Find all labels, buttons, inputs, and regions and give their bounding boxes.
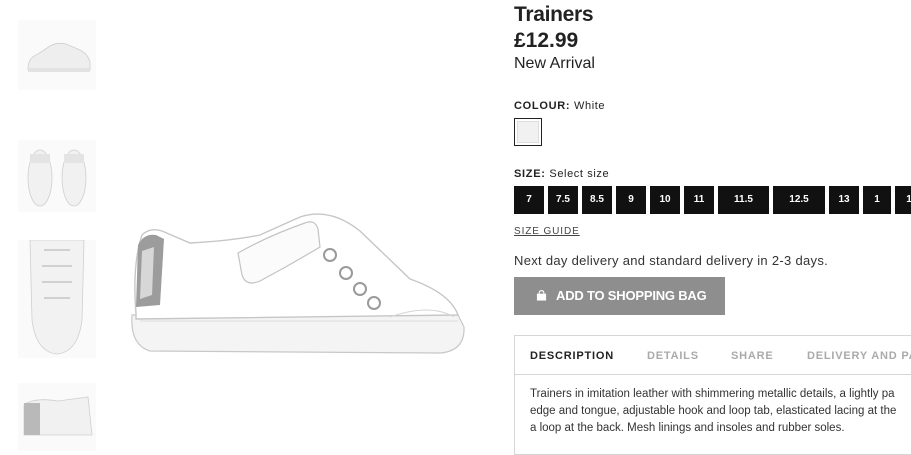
size-guide-link[interactable]: SIZE GUIDE [514,226,580,237]
size-option-9[interactable]: 9 [616,186,646,214]
tab-delivery-and-payment[interactable]: DELIVERY AND PA [807,350,911,362]
new-arrival-tag: New Arrival [514,55,595,72]
size-label: SIZE: [514,168,546,180]
tab-share[interactable]: SHARE [731,350,774,362]
add-to-bag-button[interactable]: ADD TO SHOPPING BAG [514,277,725,315]
colour-label: COLOUR: [514,100,571,112]
tab-bar: DESCRIPTION DETAILS SHARE DELIVERY AND P… [515,336,911,375]
shoe-side-thumbnail-image [18,20,96,90]
thumbnail-shoe-side[interactable] [18,20,96,90]
shoe-top-thumbnail-image [18,240,96,358]
shoe-heel-thumbnail-image [18,383,96,451]
product-price: £12.99 [514,29,579,52]
swatch-fill [517,121,539,143]
thumbnail-shoe-top[interactable] [18,240,96,358]
size-option-11-5[interactable]: 11.5 [718,186,769,214]
size-option-13[interactable]: 13 [829,186,859,214]
add-to-bag-label: ADD TO SHOPPING BAG [556,288,707,303]
product-title: Trainers [514,3,594,26]
tab-description[interactable]: DESCRIPTION [530,350,614,362]
tab-details[interactable]: DETAILS [647,350,699,362]
product-main-image[interactable] [120,195,480,375]
size-option-12-5[interactable]: 12.5 [773,186,825,214]
size-option-7-5[interactable]: 7.5 [548,186,578,214]
colour-value: White [574,100,606,112]
colour-label-row: COLOUR: White [514,100,605,112]
shoe-pair-thumbnail-image [18,140,96,212]
description-line: a loop at the back. Mesh linings and ins… [530,422,845,434]
size-options: 7 7.5 8.5 9 10 11 11.5 12.5 13 1 1 [514,186,911,216]
size-option-11[interactable]: 11 [684,186,714,214]
size-option-1-partial[interactable]: 1 [895,186,911,214]
description-line: edge and tongue, adjustable hook and loo… [530,405,897,417]
size-value: Select size [549,168,610,180]
shoe-side-view-image [131,213,465,354]
thumbnail-shoe-heel[interactable] [18,383,96,451]
size-option-8-5[interactable]: 8.5 [582,186,612,214]
delivery-info: Next day delivery and standard delivery … [514,253,829,268]
size-option-7[interactable]: 7 [514,186,544,214]
description-line: Trainers in imitation leather with shimm… [530,388,895,400]
size-option-1[interactable]: 1 [863,186,891,214]
shopping-bag-icon [536,290,547,301]
product-info-tabs: DESCRIPTION DETAILS SHARE DELIVERY AND P… [514,335,911,455]
thumbnail-shoe-pair[interactable] [18,140,96,212]
size-option-10[interactable]: 10 [650,186,680,214]
colour-swatch-white[interactable] [514,118,542,146]
product-description: Trainers in imitation leather with shimm… [530,386,911,437]
size-label-row: SIZE: Select size [514,168,609,180]
